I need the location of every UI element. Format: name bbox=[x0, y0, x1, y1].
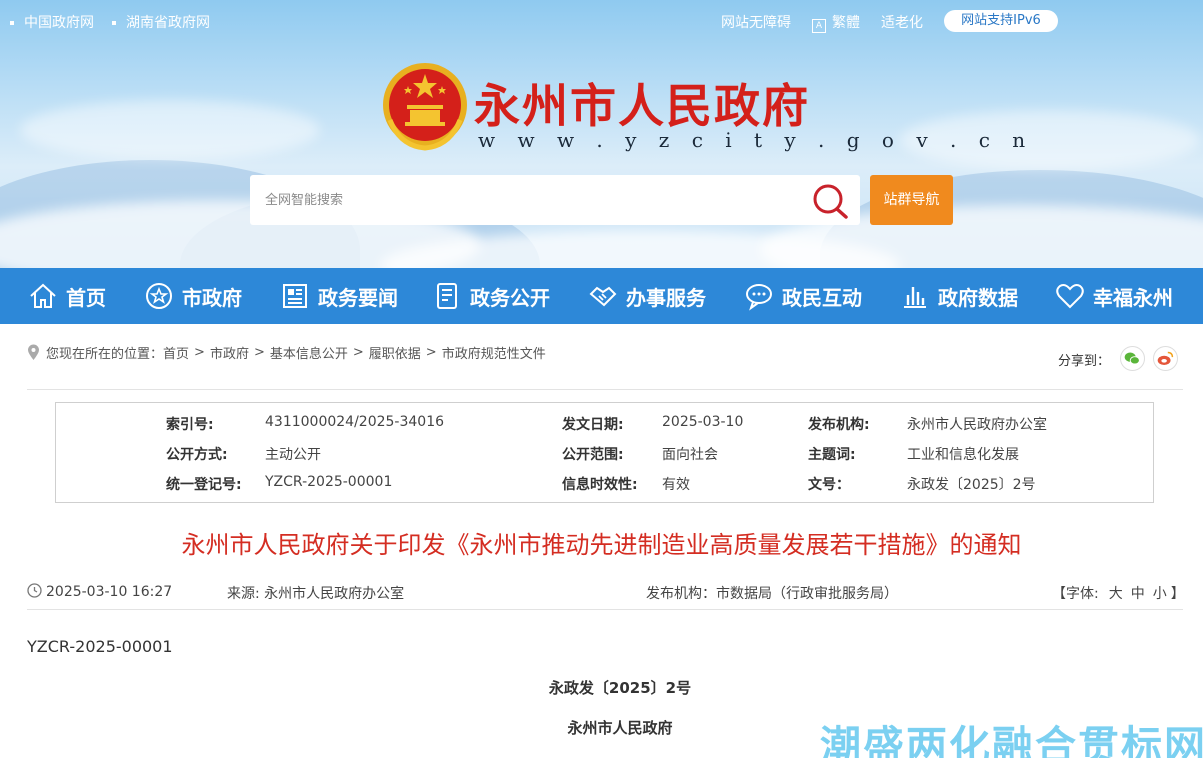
share-label: 分享到： bbox=[1058, 354, 1111, 369]
breadcrumb-duty-basis[interactable]: 履职依据 bbox=[369, 343, 421, 362]
info-value-doc-number: 永政发〔2025〕2号 bbox=[907, 477, 1036, 493]
nav-item-news[interactable]: 政务要闻 bbox=[280, 268, 398, 324]
article-publisher: 发布机构：市数据局（行政审批服务局） bbox=[646, 586, 898, 602]
site-title: 永州市人民政府 bbox=[474, 79, 810, 133]
site-url: w w w . y z c i t y . g o v . c n bbox=[478, 128, 1034, 152]
home-icon bbox=[30, 283, 56, 308]
top-bar: 中国政府网 湖南省政府网 网站无障碍 A 繁體 适老化 网站支持IPv6 bbox=[0, 0, 1203, 42]
newspaper-icon bbox=[283, 284, 307, 308]
breadcrumb-separator: > bbox=[194, 345, 205, 360]
search-icon[interactable] bbox=[810, 182, 850, 220]
divider bbox=[27, 609, 1183, 610]
breadcrumb-home[interactable]: 首页 bbox=[163, 343, 189, 362]
breadcrumb-basic-info[interactable]: 基本信息公开 bbox=[270, 343, 348, 362]
chat-icon bbox=[746, 284, 772, 311]
site-group-nav-button[interactable]: 站群导航 bbox=[870, 175, 953, 225]
info-key-validity: 信息时效性: bbox=[562, 477, 638, 493]
info-key-scope: 公开范围: bbox=[562, 447, 624, 463]
info-key-publisher: 发布机构: bbox=[808, 417, 870, 433]
font-medium-button[interactable]: 中 bbox=[1131, 586, 1145, 602]
nav-item-gov-affairs[interactable]: 政务公开 bbox=[432, 268, 550, 324]
info-key-disclosure: 公开方式: bbox=[166, 447, 228, 463]
info-value-validity: 有效 bbox=[662, 477, 690, 493]
heart-icon bbox=[1056, 284, 1084, 309]
breadcrumb-normative-docs[interactable]: 市政府规范性文件 bbox=[442, 343, 546, 362]
bar-chart-icon bbox=[904, 287, 926, 308]
info-key-doc-number: 文号： bbox=[808, 477, 850, 493]
main-nav: 首页 市政府 政务要闻 政务公开 办事服务 政民互动 政府数据 幸福永州 bbox=[0, 268, 1203, 324]
nav-item-interaction[interactable]: 政民互动 bbox=[744, 268, 862, 324]
breadcrumb-city-gov[interactable]: 市政府 bbox=[210, 343, 249, 362]
info-key-index: 索引号: bbox=[166, 417, 214, 433]
document-icon bbox=[437, 283, 457, 309]
article-datetime: 2025-03-10 16:27 bbox=[27, 583, 172, 600]
location-pin-icon bbox=[28, 344, 39, 360]
handshake-icon bbox=[589, 286, 617, 307]
national-emblem-icon bbox=[383, 63, 467, 151]
info-value-scope: 面向社会 bbox=[662, 447, 718, 463]
info-value-index: 4311000024/2025-34016 bbox=[265, 414, 445, 430]
cloud-shape bbox=[20, 100, 320, 160]
article-source: 来源: 永州市人民政府办公室 bbox=[227, 586, 405, 602]
clock-icon bbox=[27, 583, 42, 598]
article-title: 永州市人民政府关于印发《永州市推动先进制造业高质量发展若干措施》的通知 bbox=[181, 531, 1022, 559]
document-info-table: 索引号: 4311000024/2025-34016 发文日期: 2025-03… bbox=[55, 402, 1154, 503]
info-value-publisher: 永州市人民政府办公室 bbox=[907, 417, 1047, 433]
info-key-topic: 主题词: bbox=[808, 447, 856, 463]
nav-item-gov-data[interactable]: 政府数据 bbox=[900, 268, 1018, 324]
info-value-disclosure: 主动公开 bbox=[265, 447, 321, 463]
info-key-registration: 统一登记号: bbox=[166, 477, 242, 493]
watermark: 潮盛两化融合贯标网 bbox=[820, 722, 1203, 758]
search-box bbox=[250, 175, 860, 225]
header-banner: 中国政府网 湖南省政府网 网站无障碍 A 繁體 适老化 网站支持IPv6 永州市人… bbox=[0, 0, 1203, 268]
font-size-control: 【字体: 大中小】 bbox=[1052, 586, 1185, 602]
breadcrumb-separator: > bbox=[425, 345, 437, 360]
breadcrumb: 您现在所在的位置： 首页 > 市政府 > 基本信息公开 > 履职依据 > 市政府… bbox=[27, 343, 546, 362]
font-large-button[interactable]: 大 bbox=[1109, 586, 1123, 602]
accessibility-link[interactable]: 网站无障碍 bbox=[721, 12, 791, 32]
elderly-mode-link[interactable]: 适老化 bbox=[881, 12, 923, 32]
search-input[interactable] bbox=[250, 175, 800, 225]
star-circle-icon bbox=[146, 283, 172, 309]
breadcrumb-separator: > bbox=[352, 345, 364, 360]
link-gov-cn[interactable]: 中国政府网 bbox=[10, 12, 94, 32]
weibo-icon[interactable] bbox=[1153, 346, 1178, 371]
nav-item-home[interactable]: 首页 bbox=[28, 268, 106, 324]
ipv6-badge: 网站支持IPv6 bbox=[944, 10, 1058, 32]
nav-item-city-gov[interactable]: 市政府 bbox=[144, 268, 242, 324]
traditional-icon: A bbox=[812, 19, 826, 33]
breadcrumb-separator: > bbox=[253, 345, 265, 360]
info-key-issue-date: 发文日期: bbox=[562, 417, 624, 433]
wechat-icon[interactable] bbox=[1120, 346, 1145, 371]
doc-number: 永政发〔2025〕2号 bbox=[548, 679, 692, 697]
doc-registration-number: YZCR-2025-00001 bbox=[27, 637, 173, 656]
divider bbox=[27, 389, 1183, 390]
nav-item-happy-yongzhou[interactable]: 幸福永州 bbox=[1055, 268, 1173, 324]
traditional-chinese-link[interactable]: A 繁體 bbox=[812, 12, 860, 33]
info-value-topic: 工业和信息化发展 bbox=[907, 447, 1019, 463]
nav-item-services[interactable]: 办事服务 bbox=[588, 268, 706, 324]
breadcrumb-prefix: 您现在所在的位置： bbox=[46, 347, 164, 362]
link-hunan-gov[interactable]: 湖南省政府网 bbox=[112, 12, 210, 32]
font-small-button[interactable]: 小 bbox=[1153, 586, 1167, 602]
info-value-issue-date: 2025-03-10 bbox=[662, 414, 744, 430]
info-value-registration: YZCR-2025-00001 bbox=[265, 474, 393, 490]
